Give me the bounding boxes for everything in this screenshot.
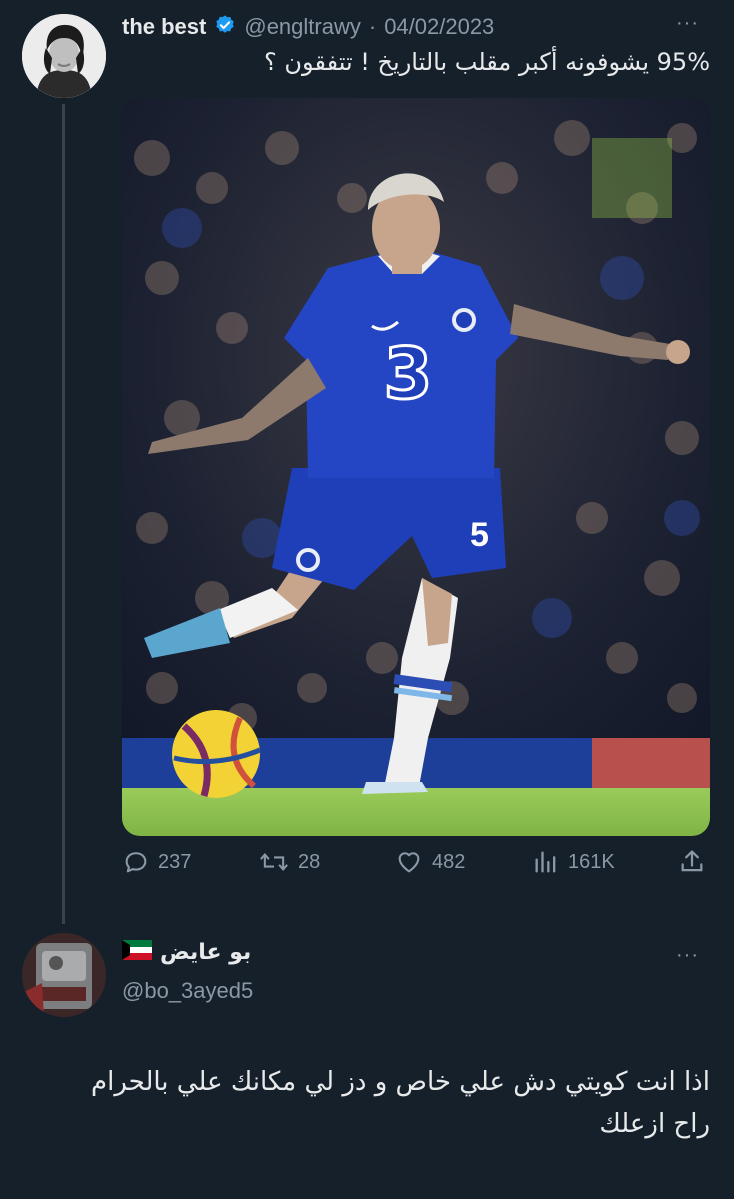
reply-more-options-icon[interactable]: ··· — [676, 944, 699, 967]
tweet-date[interactable]: 04/02/2023 — [384, 14, 494, 40]
kuwait-flag-icon — [122, 940, 152, 965]
tweet-text: 95% يشوفونه أكبر مقلب بالتاريخ ! تتفقون … — [264, 48, 710, 76]
reply-count: 237 — [158, 850, 192, 873]
reply-button[interactable]: 237 — [122, 848, 191, 876]
heart-icon — [398, 852, 420, 873]
reply-text-line: اذا انت كويتي دش علي خاص و دز لي مكانك ع… — [91, 1067, 710, 1097]
more-options-icon[interactable]: ··· — [676, 12, 699, 35]
view-count: 161K — [568, 850, 615, 873]
sponsor-logo: 3 — [384, 333, 433, 415]
thread-connector-line — [62, 104, 65, 924]
share-button[interactable] — [678, 848, 706, 876]
reply-avatar-image — [22, 933, 106, 1017]
football-player-photo: 5 3 — [122, 98, 710, 836]
reply-author-handle[interactable]: @bo_3ayed5 — [122, 978, 253, 1004]
reply-text: اذا انت كويتي دش علي خاص و دز لي مكانك ع… — [30, 1062, 710, 1145]
tweet-header: the best @engltrawy · 04/02/2023 — [122, 10, 494, 44]
reply-icon — [125, 852, 147, 873]
author-handle[interactable]: @engltrawy — [244, 14, 361, 40]
views-button[interactable]: 161K — [532, 848, 615, 876]
like-button[interactable]: 482 — [394, 848, 465, 876]
share-icon — [681, 850, 703, 872]
retweet-icon — [260, 853, 288, 871]
retweet-count: 28 — [298, 850, 321, 873]
reply-author-name[interactable]: بو عايض — [160, 940, 251, 965]
header-separator: · — [368, 14, 377, 39]
reply-author-avatar[interactable] — [22, 933, 106, 1017]
reply-text-line: راح ازعلك — [599, 1108, 710, 1139]
reply-header: بو عايض — [122, 940, 251, 965]
retweet-button[interactable]: 28 — [258, 848, 320, 876]
tweet-actions: 237 28 482 161K — [122, 848, 712, 888]
shirt-number: 5 — [470, 516, 489, 554]
like-count: 482 — [432, 850, 466, 873]
verified-badge-icon — [214, 14, 236, 41]
views-chart-icon — [535, 851, 556, 873]
author-avatar[interactable] — [22, 14, 106, 98]
tweet-media-image[interactable]: 5 3 — [122, 98, 710, 836]
author-name[interactable]: the best — [122, 14, 206, 40]
author-avatar-image — [22, 14, 106, 98]
